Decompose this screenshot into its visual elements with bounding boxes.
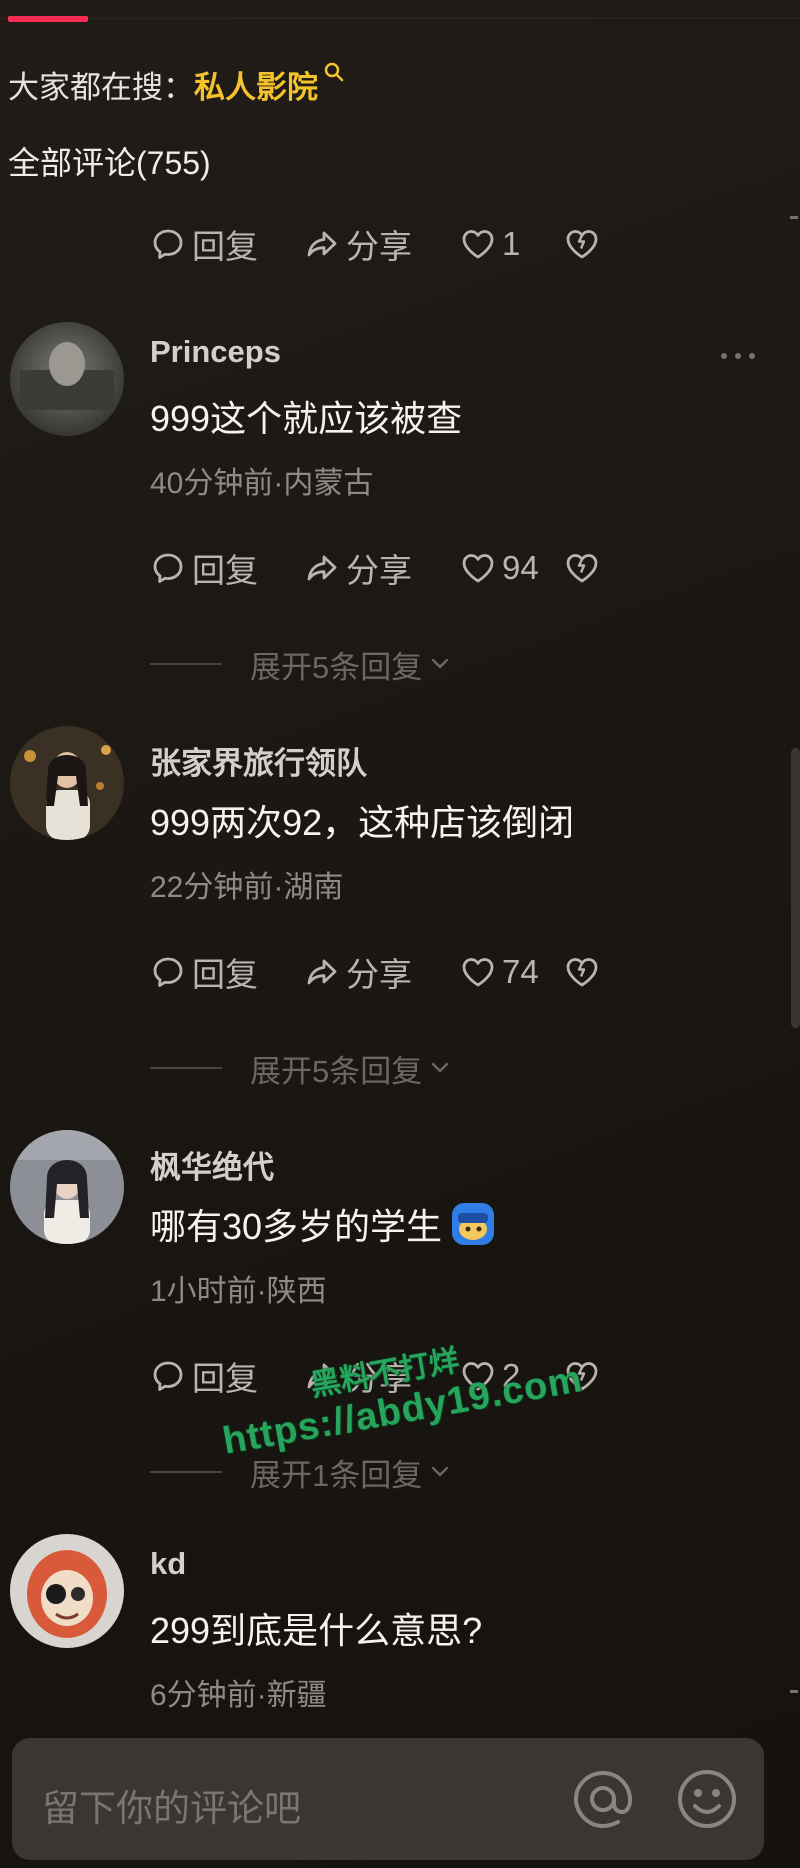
chevron-down-icon [426,1458,454,1486]
like-button[interactable]: 74 [460,953,564,991]
heart-icon [460,1358,496,1394]
comment-text: 299到底是什么意思? [150,1602,482,1654]
search-icon [324,62,344,82]
dislike-button[interactable] [564,550,604,586]
expand-replies-label: 展开5条回复 [250,649,423,685]
expand-replies-label: 展开1条回复 [250,1457,423,1493]
comment-actions: 回复 分享 94 [150,546,604,590]
expand-replies[interactable]: 展开5条回复 [150,1048,454,1089]
reply-button[interactable]: 回复 [150,948,304,996]
comment-body: 999这个就应该被查 [150,398,463,439]
share-icon [304,226,340,262]
search-suggestion-prefix: 大家都在搜： [8,70,194,105]
like-button[interactable]: 1 [460,225,564,263]
username[interactable]: 张家界旅行领队 [150,738,367,783]
comment-text: 哪有30多岁的学生 [150,1198,496,1250]
chevron-down-icon [426,650,454,678]
reply-button[interactable]: 回复 [150,544,304,592]
scrollbar-thumb[interactable] [791,748,800,1028]
at-mention-icon[interactable] [568,1764,638,1834]
username[interactable]: Princeps [150,334,281,370]
chevron-down-icon [426,1054,454,1082]
heart-icon [460,954,496,990]
like-button[interactable]: 2 [460,1357,564,1395]
reply-label: 回复 [192,552,258,589]
comment-text: 999这个就应该被查 [150,390,462,442]
broken-heart-icon [564,550,600,586]
broken-heart-icon [564,226,600,262]
comment-input-bar[interactable]: 留下你的评论吧 [12,1738,764,1860]
share-icon [304,1358,340,1394]
top-divider [0,18,800,19]
reply-label: 回复 [192,1360,258,1397]
share-icon [304,550,340,586]
reply-icon [150,550,186,586]
reply-icon [150,226,186,262]
expand-replies[interactable]: 展开5条回复 [150,644,454,685]
username[interactable]: 枫华绝代 [150,1142,274,1187]
comments-count-title: 全部评论(755) [8,145,211,181]
like-count: 2 [502,1357,521,1394]
comment-meta: 1小时前·陕西 [150,1275,327,1308]
share-label: 分享 [346,1360,412,1397]
avatar[interactable] [10,322,124,436]
like-count: 1 [502,225,521,262]
comment-body: 哪有30多岁的学生 [150,1206,443,1247]
reply-label: 回复 [192,228,258,265]
reply-button[interactable]: 回复 [150,1352,304,1400]
comment-actions: 回复 分享 1 [150,222,604,266]
expand-replies[interactable]: 展开1条回复 [150,1452,454,1493]
heart-icon [460,550,496,586]
comment-body: 999两次92，这种店该倒闭 [150,802,575,843]
dislike-button[interactable] [564,226,604,262]
comment-meta: 40分钟前·内蒙古 [150,467,374,500]
reply-label: 回复 [192,956,258,993]
reply-button[interactable]: 回复 [150,220,304,268]
expand-replies-label: 展开5条回复 [250,1053,423,1089]
share-label: 分享 [346,552,412,589]
more-options-icon[interactable] [718,350,758,362]
scrollbar-bottom-marker [790,1690,798,1693]
comment-meta: 22分钟前·湖南 [150,871,344,904]
active-tab-indicator [8,16,88,22]
avatar[interactable] [10,1534,124,1648]
emoji-sticker-icon [452,1203,495,1245]
share-button[interactable]: 分享 [304,220,460,268]
avatar[interactable] [10,726,124,840]
comment-actions: 回复 分享 74 [150,950,604,994]
share-icon [304,954,340,990]
share-label: 分享 [346,228,412,265]
comment-meta: 6分钟前·新疆 [150,1679,327,1712]
comment-input-placeholder[interactable]: 留下你的评论吧 [42,1778,301,1832]
broken-heart-icon [564,1358,600,1394]
avatar[interactable] [10,1130,124,1244]
like-count: 74 [502,953,539,990]
comment-text: 999两次92，这种店该倒闭 [150,794,574,846]
broken-heart-icon [564,954,600,990]
divider-line [150,1471,222,1473]
share-button[interactable]: 分享 [304,1352,460,1400]
reply-icon [150,1358,186,1394]
comment-body: 299到底是什么意思? [150,1610,483,1651]
divider-line [150,663,222,665]
reply-icon [150,954,186,990]
share-button[interactable]: 分享 [304,948,460,996]
emoji-icon[interactable] [672,1764,742,1834]
comment-actions: 回复 分享 2 [150,1354,604,1398]
dislike-button[interactable] [564,954,604,990]
share-label: 分享 [346,956,412,993]
like-count: 94 [502,549,539,586]
share-button[interactable]: 分享 [304,544,460,592]
divider-line [150,1067,222,1069]
search-suggestion[interactable]: 大家都在搜： 私人影院 [8,62,346,107]
username[interactable]: kd [150,1546,186,1582]
scrollbar-top-marker [790,216,798,219]
search-suggestion-keyword[interactable]: 私人影院 [194,62,318,107]
dislike-button[interactable] [564,1358,604,1394]
heart-icon [460,226,496,262]
like-button[interactable]: 94 [460,549,564,587]
